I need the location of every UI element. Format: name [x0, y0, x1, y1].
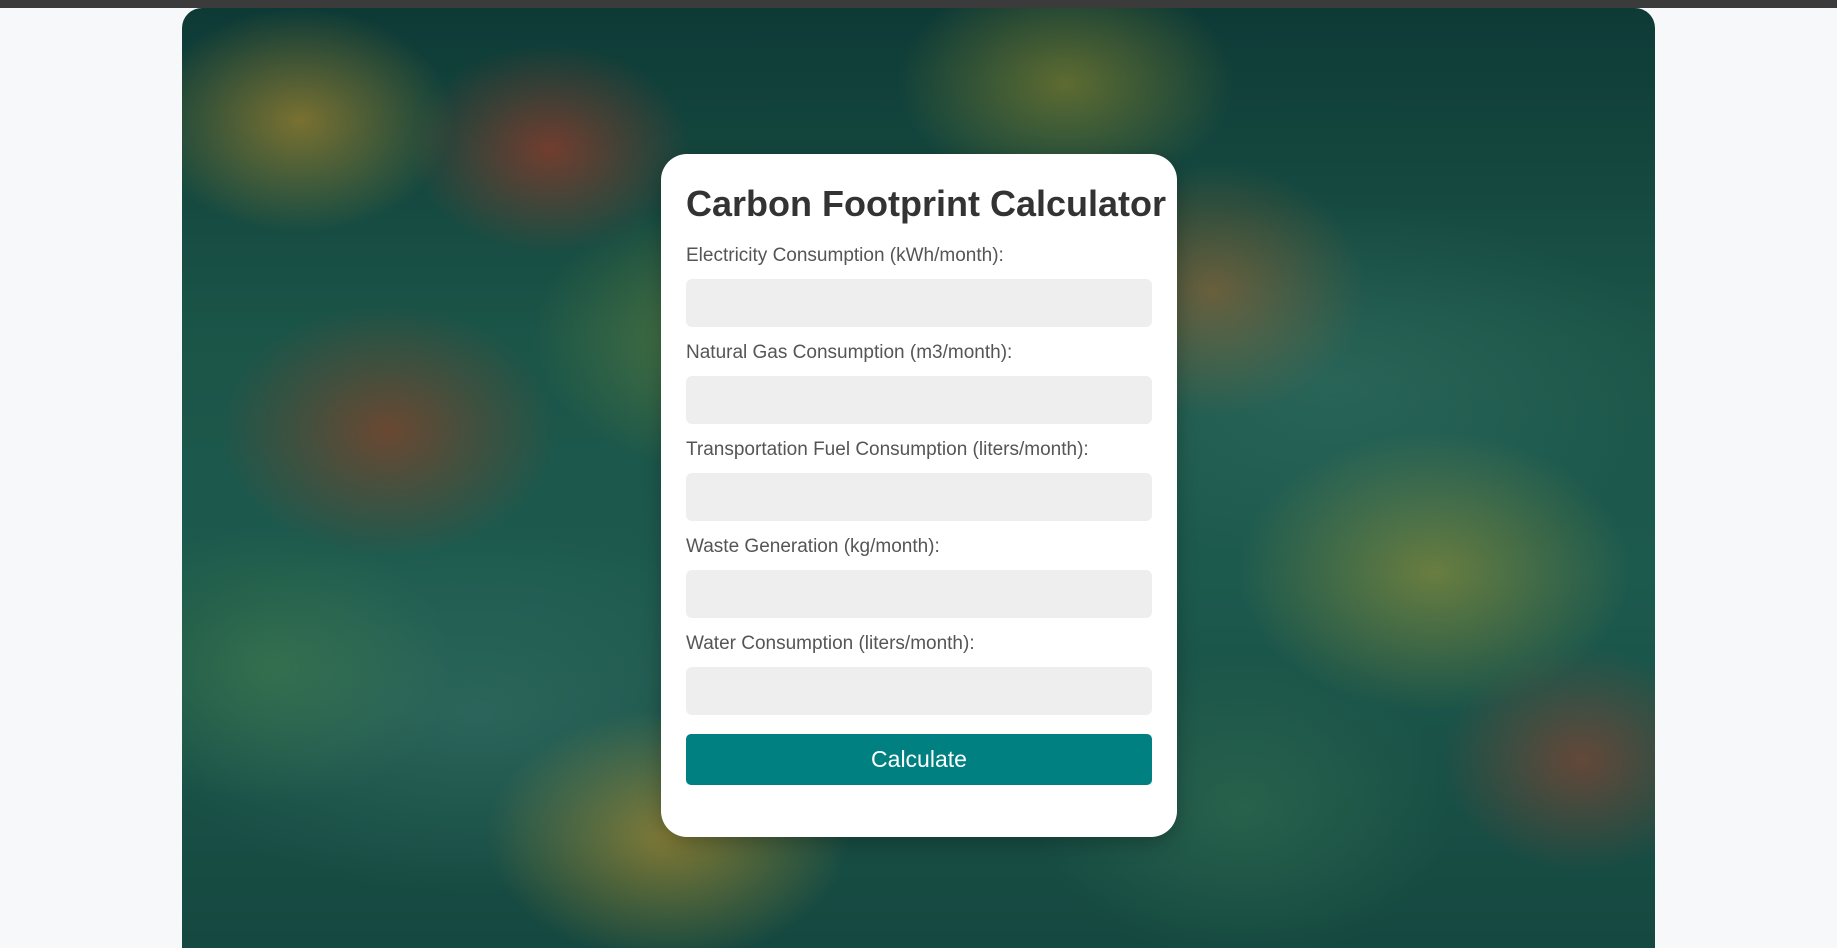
natural-gas-label: Natural Gas Consumption (m3/month):	[686, 342, 1013, 363]
water-consumption-label: Water Consumption (liters/month):	[686, 633, 975, 654]
water-consumption-input[interactable]	[686, 667, 1152, 715]
transportation-fuel-input[interactable]	[686, 473, 1152, 521]
calculator-card: Carbon Footprint Calculator Electricity …	[661, 154, 1177, 837]
natural-gas-field-group: Natural Gas Consumption (m3/month):	[686, 341, 1152, 424]
electricity-input[interactable]	[686, 279, 1152, 327]
electricity-field-group: Electricity Consumption (kWh/month):	[686, 244, 1152, 327]
natural-gas-input[interactable]	[686, 376, 1152, 424]
calculate-button[interactable]: Calculate	[686, 734, 1152, 785]
waste-generation-field-group: Waste Generation (kg/month):	[686, 535, 1152, 618]
water-consumption-field-group: Water Consumption (liters/month):	[686, 632, 1152, 715]
transportation-fuel-field-group: Transportation Fuel Consumption (liters/…	[686, 438, 1152, 521]
waste-generation-input[interactable]	[686, 570, 1152, 618]
electricity-label: Electricity Consumption (kWh/month):	[686, 245, 1004, 266]
page-title: Carbon Footprint Calculator	[686, 183, 1166, 224]
browser-top-bar	[0, 0, 1837, 8]
waste-generation-label: Waste Generation (kg/month):	[686, 536, 940, 557]
transportation-fuel-label: Transportation Fuel Consumption (liters/…	[686, 439, 1089, 460]
